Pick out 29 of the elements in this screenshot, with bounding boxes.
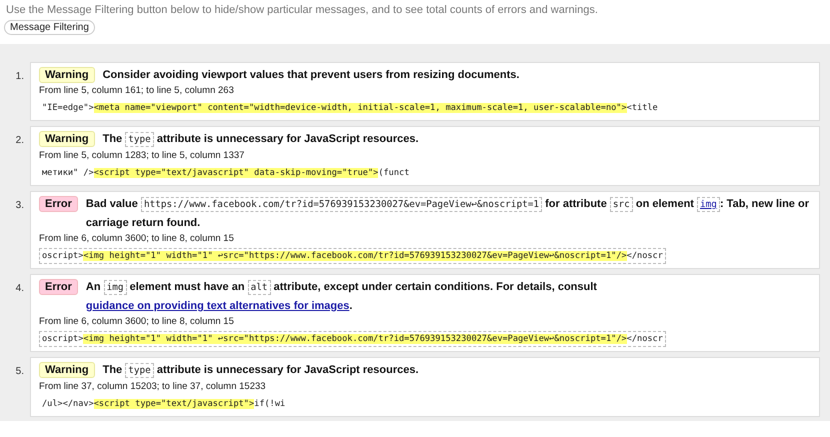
location-text: From line 6, column 3600; to line 8, column 15 — [39, 233, 235, 244]
code-extract: /ul></nav><script type="text/javascript">if(!wi — [41, 398, 286, 411]
instruction-text: Use the Message Filtering button below to hide/show particular messages, and to see total counts of errors and warnings. — [5, 3, 599, 16]
warning-label: Warning — [39, 67, 95, 83]
message-number: 3. — [14, 199, 25, 211]
code-extract: "IE=edge"><meta name="viewport" content="width=device-width, initial-scale=1, maximum-scale=1, user-scalable=no"><title — [41, 102, 659, 115]
message-number: 1. — [14, 70, 25, 82]
message-number: 4. — [14, 282, 25, 294]
error-label: Error — [39, 279, 78, 295]
message-text: Bad value https://www.facebook.com/tr?id=576939153230027&ev=PageView↩&noscript=1 for attribute src on element img : Tab, new line or carriage return found. — [86, 196, 810, 231]
code-extract: метики" /><script type="text/javascript" data-skip-moving="true">(funct — [41, 167, 410, 180]
location-text: From line 5, column 161; to line 5, column 263 — [39, 85, 235, 96]
message-text: The type attribute is unnecessary for JavaScript resources. — [102, 362, 419, 380]
message-text: The type attribute is unnecessary for JavaScript resources. — [102, 131, 419, 149]
error-label: Error — [39, 196, 78, 212]
message-text: Consider avoiding viewport values that prevent users from resizing documents. — [102, 68, 520, 83]
code-extract: oscript><img height="1" width="1" ↩src="https://www.facebook.com/tr?id=576939153230027&ev=PageView↩&noscript=1"/></noscr — [39, 248, 666, 264]
guidance-link[interactable]: guidance on providing text alternatives for images — [86, 300, 350, 312]
message-number: 2. — [14, 134, 25, 146]
message-number: 5. — [14, 365, 25, 377]
message-filtering-button[interactable]: Message Filtering — [4, 20, 95, 35]
location-text: From line 5, column 1283; to line 5, column 1337 — [39, 150, 246, 161]
warning-label: Warning — [39, 131, 95, 147]
element-link[interactable]: img — [697, 197, 720, 212]
location-text: From line 6, column 3600; to line 8, column 15 — [39, 316, 235, 327]
code-extract: oscript><img height="1" width="1" ↩src="https://www.facebook.com/tr?id=576939153230027&ev=PageView↩&noscript=1"/></noscr — [39, 331, 666, 347]
warning-label: Warning — [39, 362, 95, 378]
location-text: From line 37, column 15203; to line 37, column 15233 — [39, 381, 267, 392]
message-text: An img element must have an alt attribute, except under certain conditions. For details, consult guidance on providing text alternatives for images. — [86, 279, 598, 314]
